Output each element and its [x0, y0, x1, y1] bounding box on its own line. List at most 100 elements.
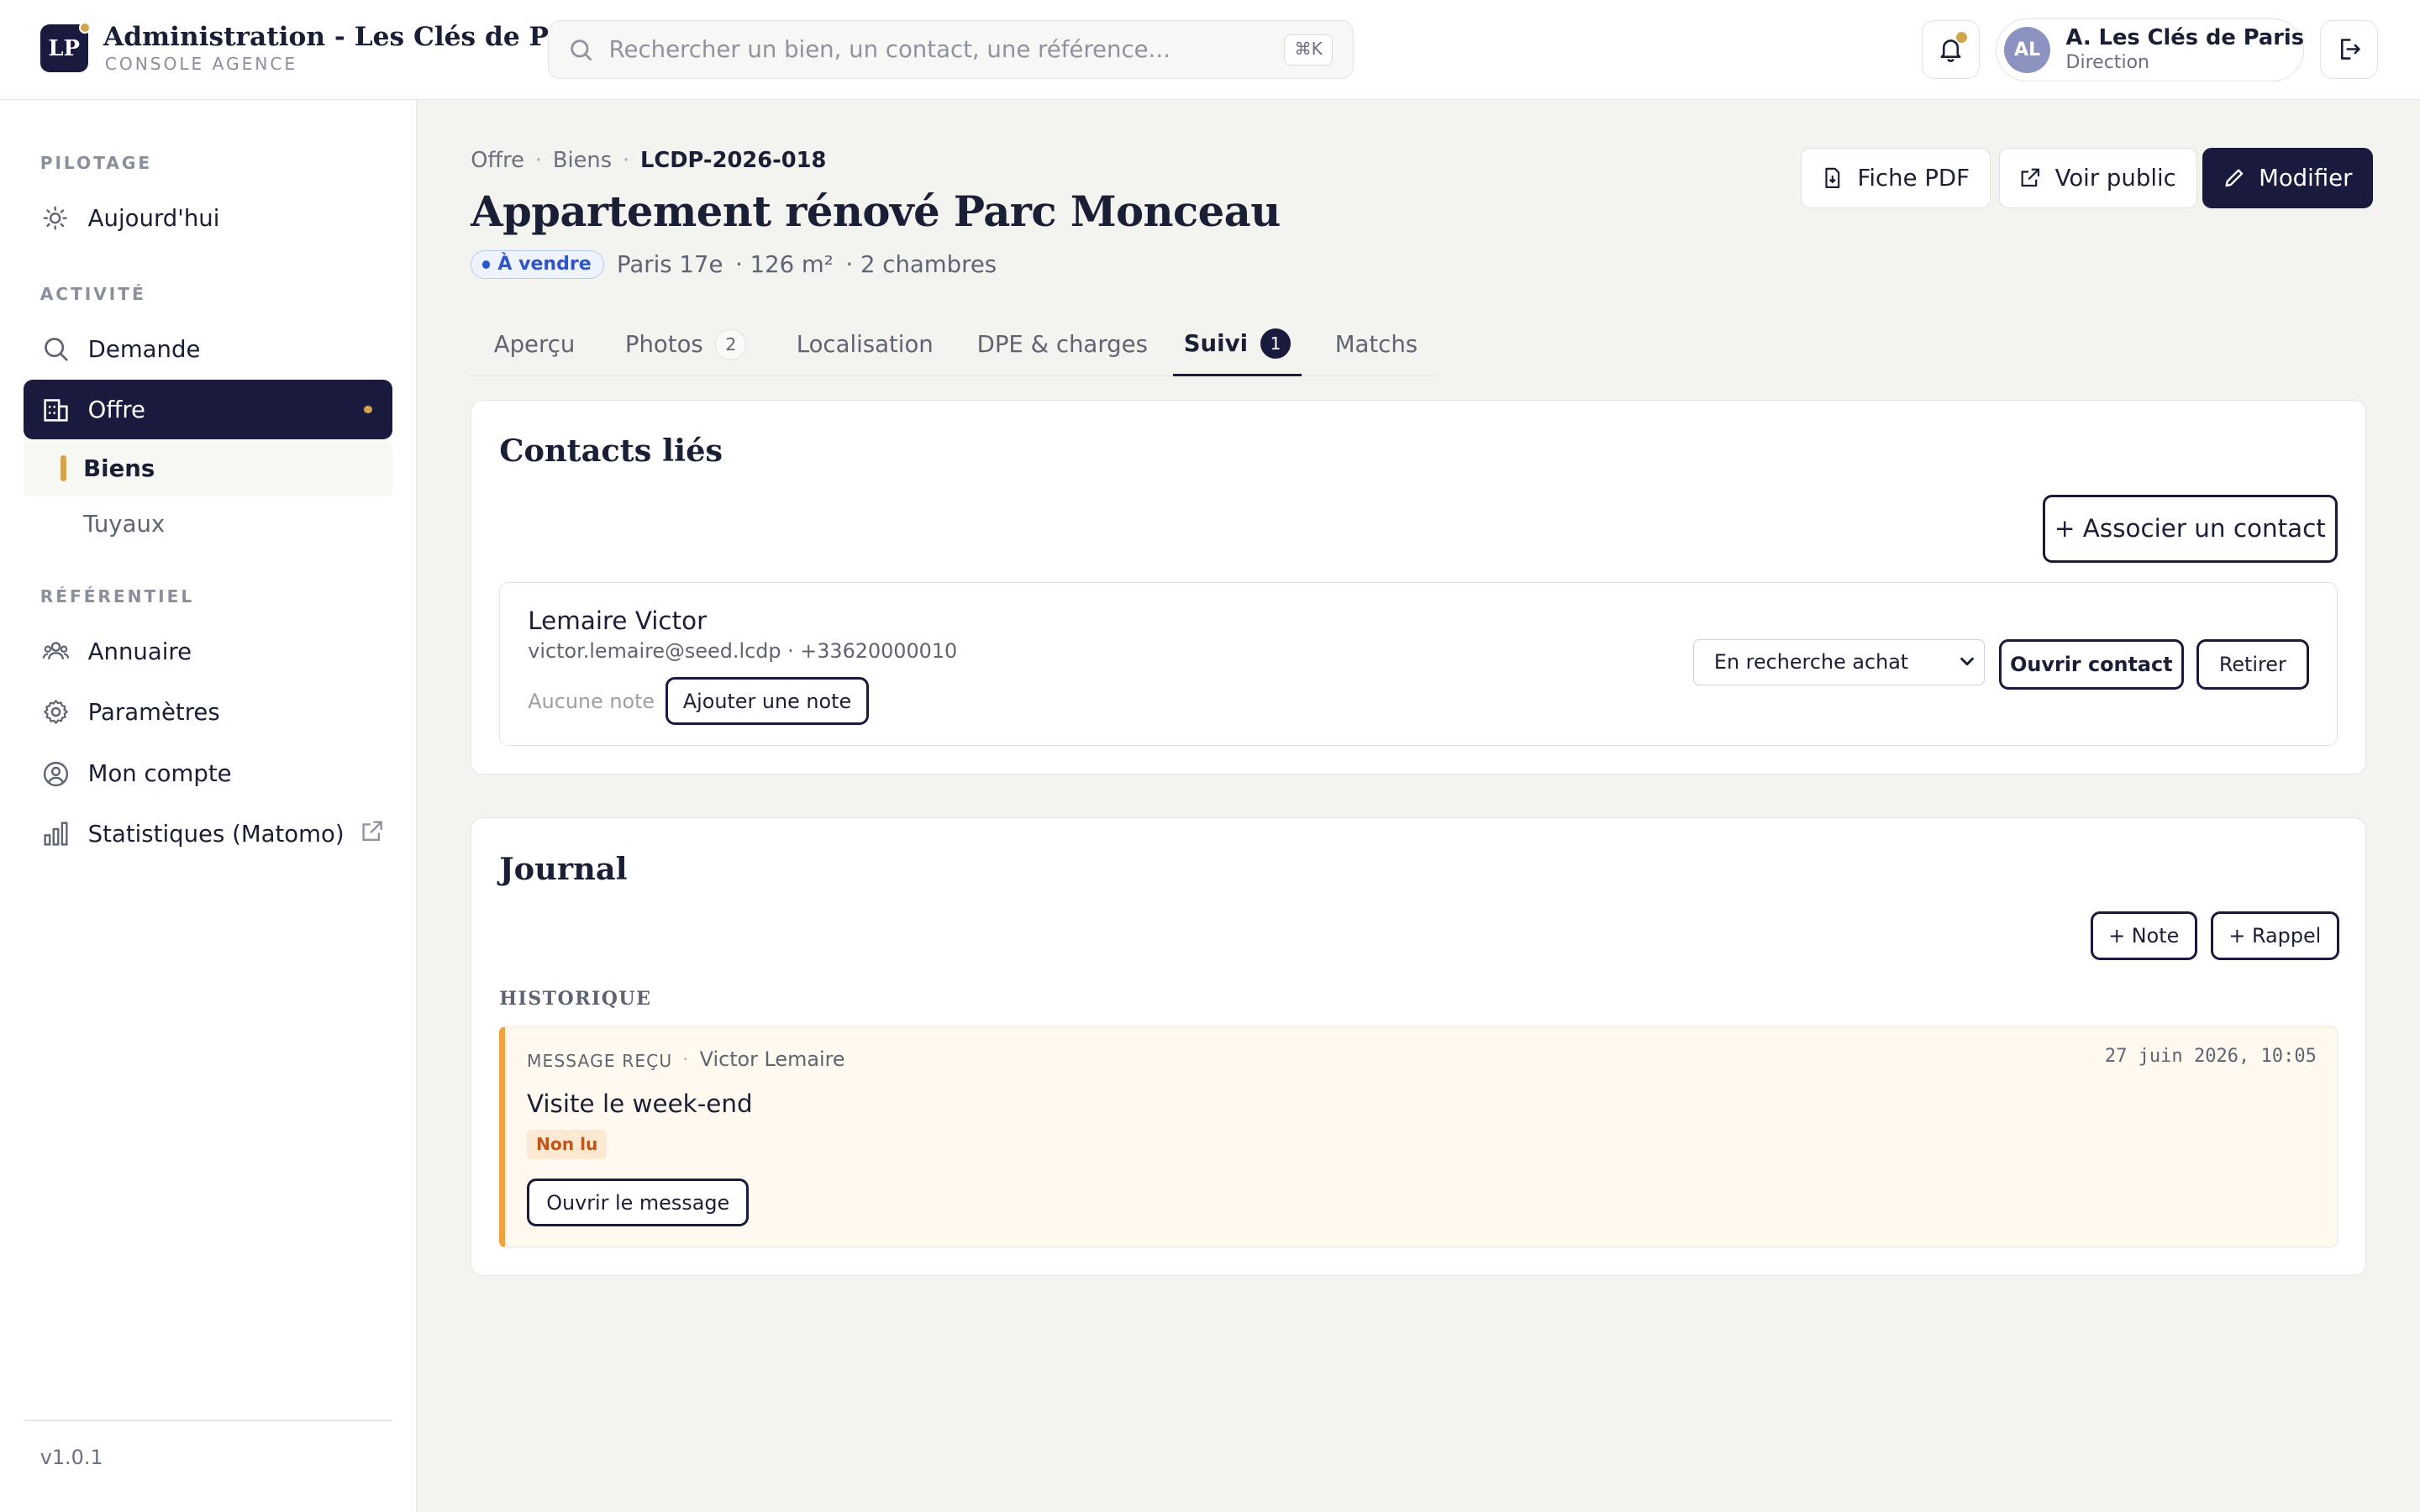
journal-card: Journal + Note + Rappel HISTORIQUE MESSA… [471, 817, 2366, 1276]
user-menu[interactable]: AL A. Les Clés de Paris Direction [1995, 18, 2305, 82]
journal-title: Journal [499, 851, 628, 887]
entry-type: MESSAGE REÇU [526, 1050, 673, 1071]
sun-icon [40, 203, 71, 234]
file-pdf-icon [1825, 168, 1840, 189]
sidebar-item-label: Annuaire [87, 638, 192, 665]
breadcrumb-offre[interactable]: Offre [471, 148, 524, 173]
notifications-button[interactable] [1921, 19, 1981, 79]
sidebar-item-parametres[interactable]: Paramètres [24, 682, 392, 743]
property-location: Paris 17e [617, 250, 723, 278]
sidebar-item-offre[interactable]: Offre [23, 379, 392, 440]
entry-author: Victor Lemaire [699, 1047, 845, 1072]
sidebar-item-label: Biens [83, 455, 155, 483]
user-circle-icon [40, 759, 71, 790]
property-surface: · 126 m² [735, 250, 834, 278]
pdf-button-label: Fiche PDF [1857, 165, 1970, 192]
history-label: HISTORIQUE [499, 988, 652, 1011]
breadcrumb-biens[interactable]: Biens [553, 148, 612, 173]
sidebar: PILOTAGE Aujourd'hui ACTIVITÉ Demande Of… [0, 100, 417, 1512]
tab-label: Aperçu [493, 331, 576, 359]
property-meta: À vendre Paris 17e · 126 m² · 2 chambres [471, 249, 997, 280]
tab-suivi[interactable]: Suivi 1 [1172, 313, 1302, 377]
sidebar-item-stats[interactable]: Statistiques (Matomo) [24, 804, 392, 864]
pencil-icon [2225, 169, 2244, 187]
contact-row: Lemaire Victor victor.lemaire@seed.lcdp … [499, 582, 2338, 747]
app-subtitle: CONSOLE AGENCE [104, 54, 298, 75]
search-shortcut: ⌘K [1284, 34, 1333, 66]
pdf-button[interactable]: Fiche PDF [1801, 148, 1991, 208]
breadcrumb-separator: · [534, 148, 542, 174]
active-indicator-dot [364, 406, 372, 414]
users-icon [40, 637, 71, 668]
open-contact-button[interactable]: Ouvrir contact [1998, 638, 2185, 690]
add-note-button[interactable]: Ajouter une note [665, 677, 870, 726]
search-placeholder: Rechercher un bien, un contact, une réfé… [608, 36, 1171, 64]
contact-status-value: En recherche achat [1713, 650, 1909, 675]
external-link-icon [360, 819, 384, 849]
sidebar-subitem-biens[interactable]: Biens [23, 441, 392, 497]
search-input[interactable]: Rechercher un bien, un contact, une réfé… [548, 19, 1354, 79]
contacts-card: Contacts liés + Associer un contact Lema… [471, 399, 2366, 775]
tab-label: Photos [624, 331, 703, 359]
sidebar-item-demande[interactable]: Demande [24, 319, 392, 380]
tab-label: Matchs [1334, 331, 1418, 359]
logo-dot [78, 21, 92, 34]
sidebar-item-label: Offre [87, 396, 146, 423]
sidebar-item-label: Mon compte [87, 760, 232, 788]
search-icon [40, 334, 71, 365]
status-label: À vendre [497, 254, 592, 276]
contacts-title: Contacts liés [499, 433, 723, 470]
remove-contact-button[interactable]: Retirer [2196, 638, 2309, 690]
tab-label: Localisation [796, 331, 934, 359]
add-reminder-button[interactable]: + Rappel [2211, 911, 2339, 961]
tab-count-badge: 2 [715, 329, 747, 360]
sidebar-item-label: Paramètres [87, 698, 220, 726]
sidebar-item-today[interactable]: Aujourd'hui [24, 188, 392, 249]
edit-button-label: Modifier [2259, 165, 2353, 192]
breadcrumb-current: LCDP-2026-018 [639, 148, 827, 174]
tab-label: Suivi [1183, 329, 1249, 357]
property-rooms: · 2 chambres [845, 250, 997, 278]
app-logo[interactable]: LP [39, 21, 92, 73]
logout-button[interactable] [2319, 19, 2379, 79]
avatar: AL [2004, 27, 2051, 74]
page-title: Appartement rénové Parc Monceau [471, 186, 1281, 237]
view-public-label: Voir public [2054, 165, 2176, 192]
gear-icon [40, 696, 71, 727]
entry-title: Visite le week-end [526, 1089, 753, 1118]
sidebar-divider [23, 1419, 392, 1421]
status-dot [482, 260, 491, 269]
section-activite: ACTIVITÉ [39, 283, 146, 304]
open-message-button[interactable]: Ouvrir le message [526, 1179, 750, 1227]
unread-badge: Non lu [526, 1129, 608, 1159]
tab-matchs[interactable]: Matchs [1324, 313, 1428, 376]
tab-dpe-charges[interactable]: DPE & charges [966, 313, 1159, 376]
section-referentiel: RÉFÉRENTIEL [39, 585, 195, 606]
associate-contact-button[interactable]: + Associer un contact [2042, 494, 2338, 563]
entry-separator: · [682, 1049, 688, 1070]
sidebar-item-compte[interactable]: Mon compte [24, 743, 392, 804]
sidebar-item-label: Demande [87, 335, 201, 363]
sidebar-subitem-tuyaux[interactable]: Tuyaux [24, 496, 392, 552]
edit-button[interactable]: Modifier [2202, 148, 2374, 208]
view-public-button[interactable]: Voir public [1998, 148, 2197, 208]
tab-localisation[interactable]: Localisation [786, 313, 944, 376]
user-role: Direction [2065, 51, 2150, 73]
sidebar-item-annuaire[interactable]: Annuaire [24, 622, 392, 682]
search-icon [571, 39, 592, 61]
building-icon [40, 394, 71, 425]
logout-icon [2340, 39, 2360, 60]
top-bar: LP Administration - Les Clés de Paris CO… [0, 0, 2420, 101]
tab-label: DPE & charges [976, 331, 1148, 359]
notification-dot [1955, 31, 1967, 43]
status-badge: À vendre [471, 249, 605, 280]
tab-photos[interactable]: Photos 2 [614, 313, 757, 376]
add-note-button[interactable]: + Note [2090, 911, 2197, 961]
tab-apercu[interactable]: Aperçu [483, 313, 586, 376]
section-pilotage: PILOTAGE [39, 152, 153, 173]
tab-count-badge: 1 [1260, 328, 1292, 360]
contact-status-select[interactable]: En recherche achat [1693, 638, 1986, 685]
logo-text: LP [48, 35, 80, 61]
breadcrumb: Offre · Biens · LCDP-2026-018 [471, 148, 826, 173]
contact-note-empty: Aucune note [528, 690, 655, 714]
